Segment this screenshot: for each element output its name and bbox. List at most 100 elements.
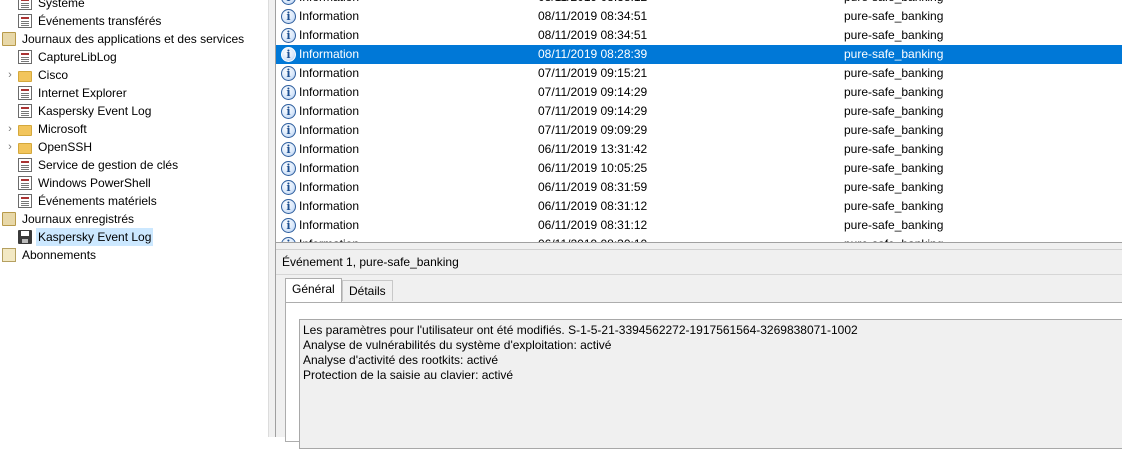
event-datetime: 08/11/2019 08:38:12 — [538, 0, 647, 7]
event-level: Information — [299, 28, 360, 42]
event-row[interactable]: i Information 06/11/2019 10:05:25 pure-safe… — [276, 159, 1122, 178]
event-message-line: Les paramètres pour l'utilisateur ont ét… — [303, 323, 858, 337]
tab-details[interactable]: Détails — [342, 280, 393, 301]
divider — [276, 274, 1122, 275]
event-source: pure-safe_banking — [844, 28, 944, 42]
event-datetime: 07/11/2019 09:14:29 — [538, 104, 648, 118]
event-source: pure-safe_banking — [844, 66, 944, 80]
tree-item-label: Abonnements — [22, 248, 97, 262]
event-level: Information — [299, 142, 360, 156]
tree-item[interactable]: Abonnements — [0, 246, 98, 264]
event-source: pure-safe_banking — [844, 199, 944, 213]
event-datetime: 08/11/2019 08:34:51 — [538, 9, 648, 23]
tree-item[interactable]: › OpenSSH — [4, 138, 94, 156]
event-row[interactable]: i Information 06/11/2019 08:31:12 pure-safe… — [276, 197, 1122, 216]
event-list[interactable]: iInformation08/11/2019 08:38:12pure-safe… — [276, 0, 1122, 243]
journals-folder-icon — [2, 212, 16, 226]
tree-item[interactable]: Kaspersky Event Log — [4, 102, 153, 120]
tree-item-label: Service de gestion de clés — [38, 158, 179, 172]
tree-item[interactable]: Service de gestion de clés — [4, 156, 180, 174]
event-datetime: 07/11/2019 09:09:29 — [538, 123, 648, 137]
tree-item[interactable]: Windows PowerShell — [4, 174, 153, 192]
event-log-icon — [18, 86, 32, 100]
event-message-line: Protection de la saisie au clavier: acti… — [303, 368, 514, 382]
event-datetime: 06/11/2019 08:30:10 — [538, 235, 647, 242]
information-icon: i — [281, 104, 296, 119]
event-row[interactable]: i Information 08/11/2019 08:34:51 pure-safe… — [276, 26, 1122, 45]
event-message-line: Analyse de vulnérabilités du système d'e… — [303, 338, 612, 352]
event-row[interactable]: i Information 06/11/2019 13:31:42 pure-safe… — [276, 140, 1122, 159]
event-datetime: 07/11/2019 09:15:21 — [538, 66, 648, 80]
tree-item[interactable]: Journaux enregistrés — [0, 210, 136, 228]
folder-icon — [18, 142, 32, 154]
tree-item-label: Journaux enregistrés — [22, 212, 135, 226]
event-source: pure-safe_banking — [844, 9, 944, 23]
tree-item-label: Événements transférés — [38, 14, 162, 28]
event-datetime: 06/11/2019 10:05:25 — [538, 161, 648, 175]
event-row[interactable]: iInformation 08/11/2019 08:38:12 pure-safe… — [276, 0, 1122, 7]
event-message-box[interactable]: Les paramètres pour l'utilisateur ont ét… — [299, 319, 1122, 449]
event-datetime: 08/11/2019 08:34:51 — [538, 28, 648, 42]
tree-item[interactable]: › Cisco — [4, 66, 70, 84]
event-detail-title: Événement 1, pure-safe_banking — [282, 255, 459, 269]
tree-item-label: Microsoft — [38, 122, 87, 136]
event-source: pure-safe_banking — [844, 180, 944, 194]
event-row[interactable]: i Information 06/11/2019 08:31:12 pure-safe… — [276, 216, 1122, 235]
tree-item-label: Cisco — [38, 68, 69, 82]
information-icon: i — [281, 161, 296, 176]
event-row[interactable]: i Information 07/11/2019 09:14:29 pure-safe… — [276, 83, 1122, 102]
folder-icon — [18, 70, 32, 82]
expand-chevron-icon[interactable]: › — [4, 120, 16, 138]
event-row[interactable]: i Information 07/11/2019 09:09:29 pure-safe… — [276, 121, 1122, 140]
subscriptions-icon — [2, 248, 16, 262]
tree-item[interactable]: Kaspersky Event Log — [4, 228, 154, 246]
tree-item-label: Kaspersky Event Log — [36, 228, 154, 246]
tree-item[interactable]: Internet Explorer — [4, 84, 129, 102]
event-row[interactable]: i Information 08/11/2019 08:28:39 pure-safe… — [276, 45, 1122, 64]
event-datetime: 08/11/2019 08:28:39 — [538, 47, 648, 61]
event-source: pure-safe_banking — [844, 161, 944, 175]
event-row[interactable]: i Information 07/11/2019 09:15:21 pure-safe… — [276, 64, 1122, 83]
event-level: Information — [299, 180, 360, 194]
tree-item-label: Système — [38, 0, 85, 10]
event-log-icon — [18, 14, 32, 28]
event-row[interactable]: iInformation06/11/2019 08:30:10pure-safe… — [276, 235, 1122, 242]
event-level: Information — [299, 104, 360, 118]
event-source: pure-safe_banking — [844, 142, 944, 156]
tree-item[interactable]: Événements transférés — [4, 12, 163, 30]
expand-chevron-icon[interactable]: › — [4, 138, 16, 156]
tree-item[interactable]: Système — [4, 0, 87, 12]
event-source: pure-safe_banking — [844, 47, 944, 61]
saved-log-icon — [18, 230, 32, 244]
information-icon: i — [281, 123, 296, 138]
general-tab-panel: Les paramètres pour l'utilisateur ont ét… — [285, 302, 1122, 449]
tree-item[interactable]: CaptureLibLog — [4, 48, 119, 66]
navigation-tree[interactable]: Système Événements transférés Journaux des… — [0, 0, 268, 437]
event-datetime: 06/11/2019 08:31:12 — [538, 199, 648, 213]
event-level: Information — [299, 85, 360, 99]
tree-item[interactable]: Événements matériels — [4, 192, 159, 210]
tab-general[interactable]: Général — [285, 278, 342, 302]
event-row[interactable]: i Information 06/11/2019 08:31:59 pure-safe… — [276, 178, 1122, 197]
event-level: Information — [299, 9, 360, 23]
event-source: pure-safe_banking — [844, 85, 944, 99]
tree-item[interactable]: Journaux des applications et des service… — [0, 30, 246, 48]
event-level: Information — [299, 218, 360, 232]
event-level: Information — [299, 161, 360, 175]
information-icon: i — [281, 180, 296, 195]
event-row[interactable]: i Information 07/11/2019 09:14:29 pure-safe… — [276, 102, 1122, 121]
event-level: Information — [299, 123, 360, 137]
tree-item[interactable]: › Microsoft — [4, 120, 89, 138]
expand-chevron-icon[interactable]: › — [4, 66, 16, 84]
event-log-icon — [18, 104, 32, 118]
event-level: Information — [299, 66, 360, 80]
event-source: pure-safe_banking — [844, 235, 943, 242]
vertical-splitter[interactable] — [268, 0, 276, 437]
event-datetime: 06/11/2019 08:31:59 — [538, 180, 648, 194]
tree-item-label: Événements matériels — [38, 194, 157, 208]
event-level: Information — [299, 199, 360, 213]
tree-item-label: Windows PowerShell — [38, 176, 151, 190]
event-row[interactable]: i Information 08/11/2019 08:34:51 pure-safe… — [276, 7, 1122, 26]
event-level: Information — [299, 47, 360, 61]
event-source: pure-safe_banking — [844, 218, 944, 232]
